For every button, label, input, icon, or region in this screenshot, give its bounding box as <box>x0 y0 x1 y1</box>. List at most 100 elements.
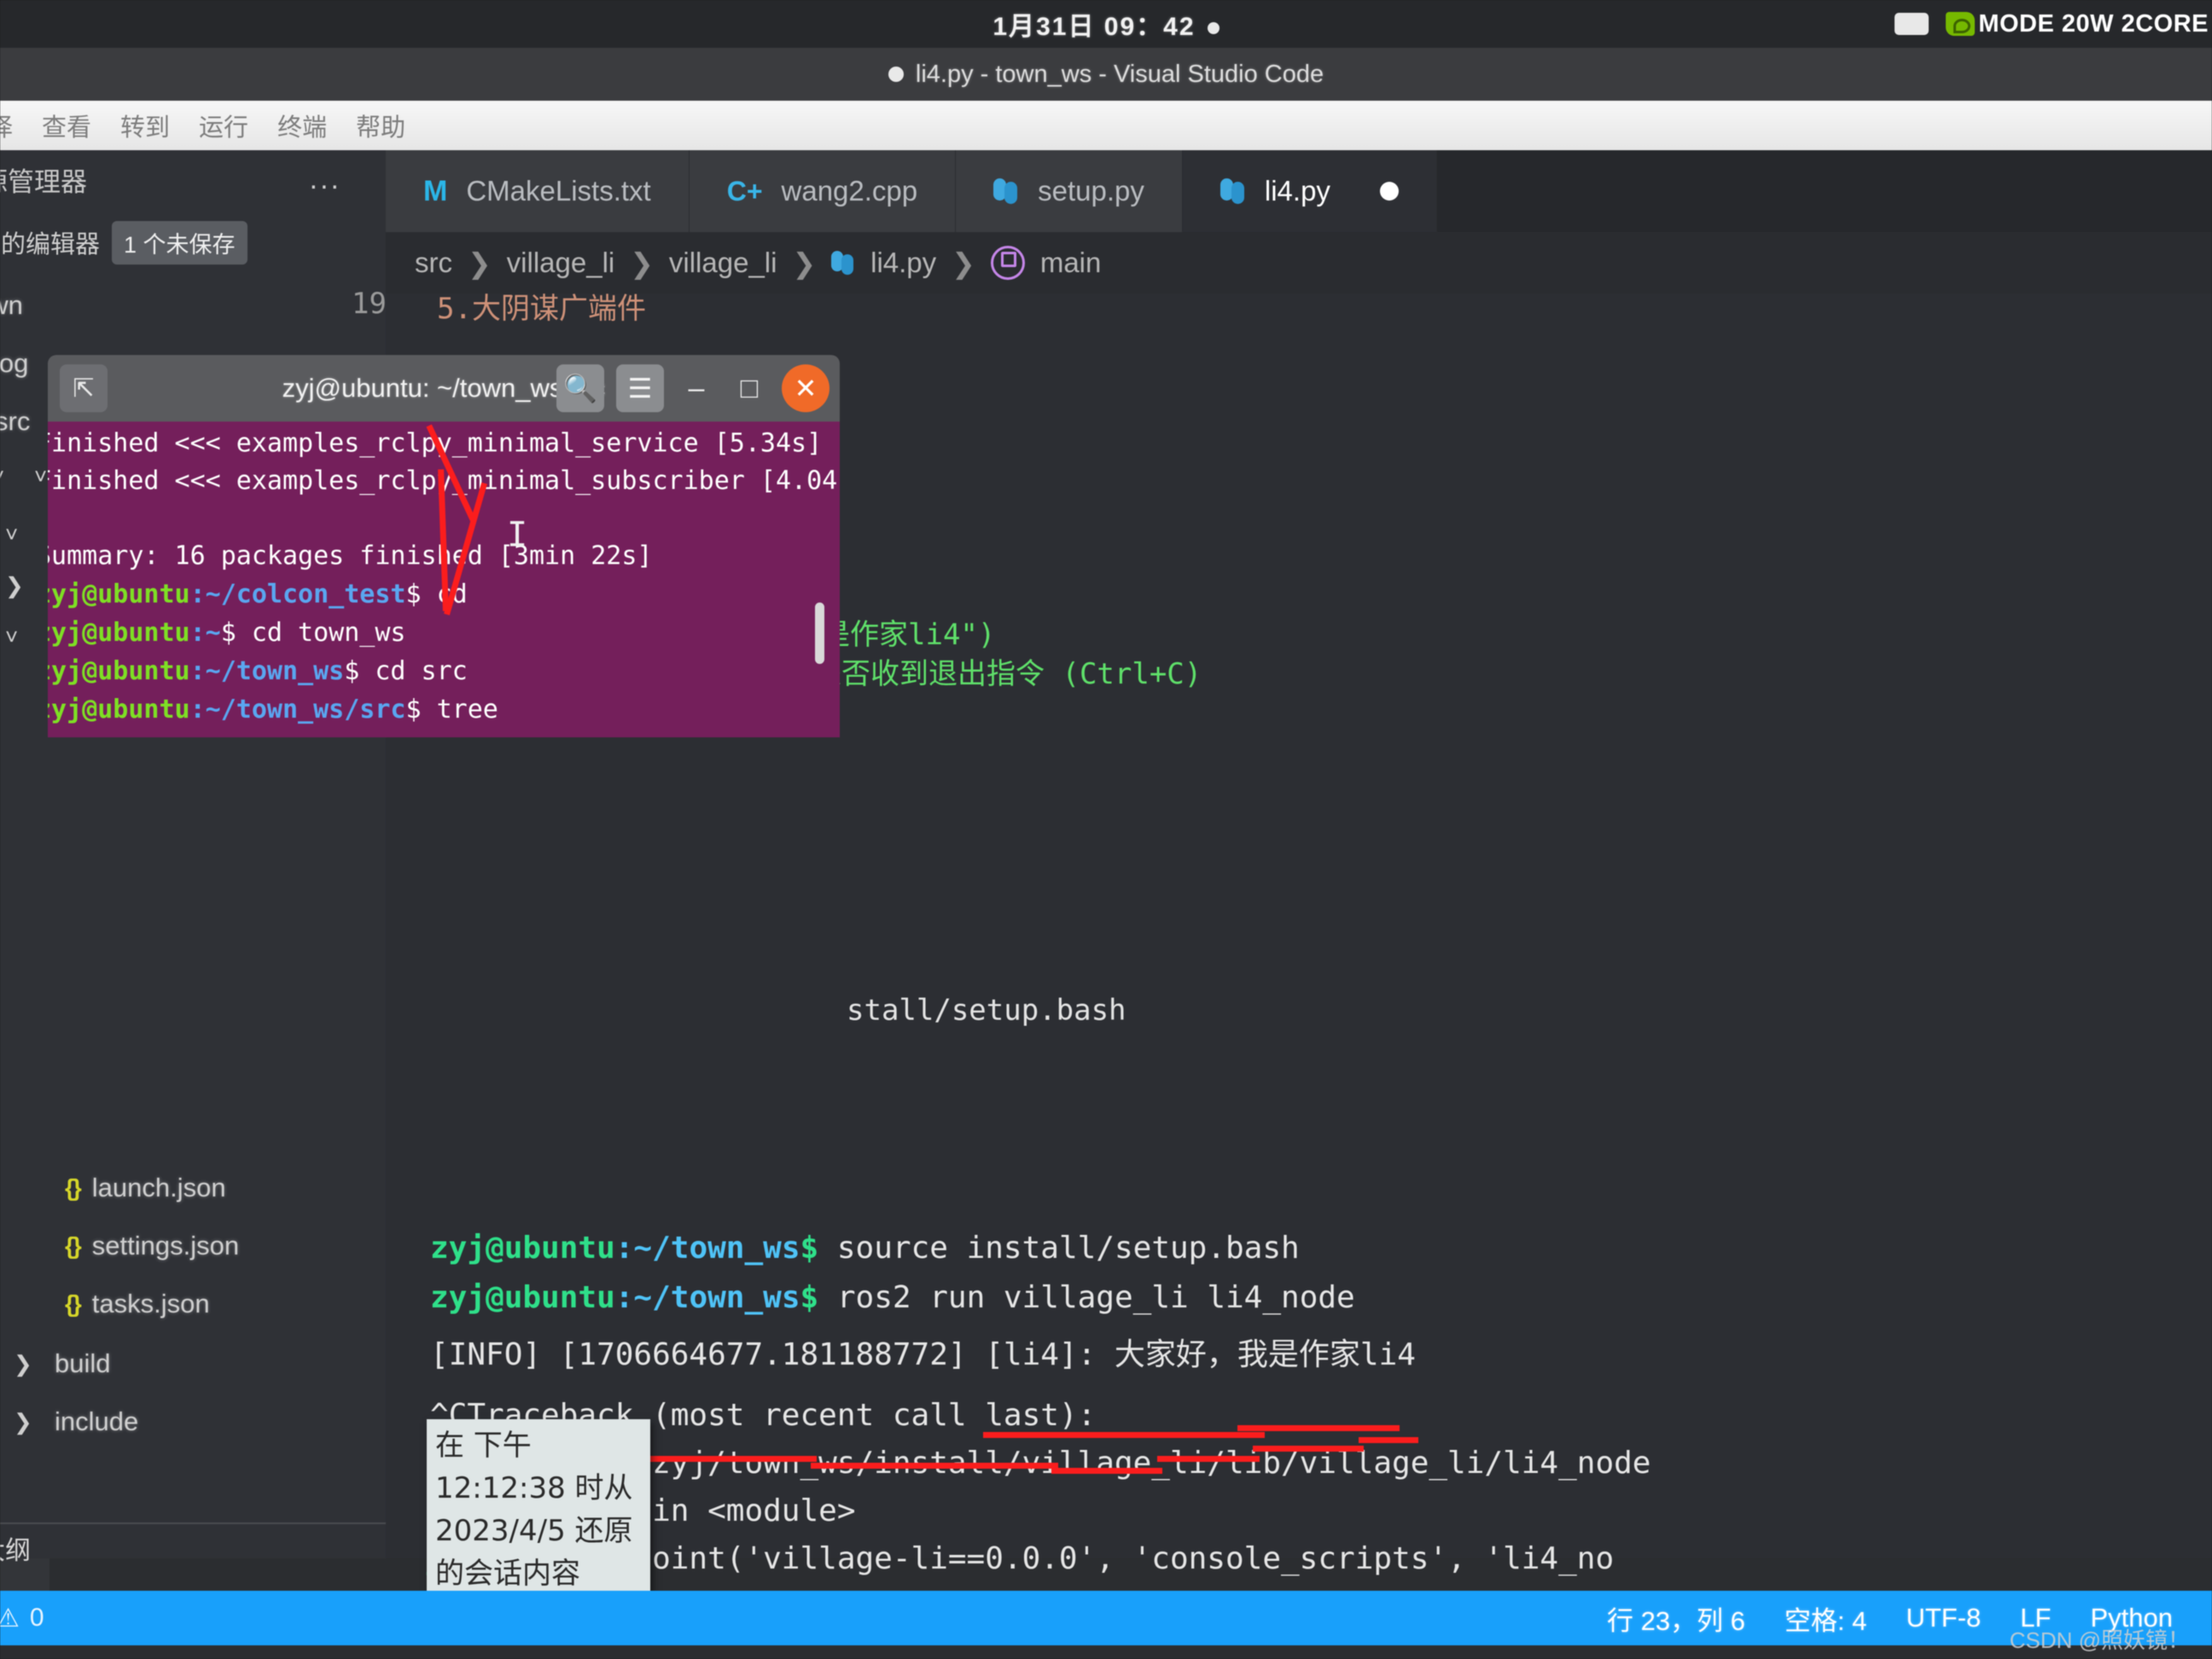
python-icon <box>831 251 855 275</box>
indentation-setting[interactable]: 空格: 4 <box>1784 1599 1866 1638</box>
annotation-underline <box>1253 1446 1364 1452</box>
code-line: stall/setup.bash <box>847 993 1126 1027</box>
menu-item-0[interactable]: 择 <box>0 108 13 143</box>
line-number: 19 <box>352 287 387 321</box>
menu-item-terminal[interactable]: 终端 <box>277 108 327 143</box>
sidebar-item-label: settings.json <box>91 1231 240 1260</box>
open-editors-label: 开的编辑器 <box>0 231 101 259</box>
outline-section-header[interactable]: 大纲 <box>0 1522 386 1572</box>
sidebar-item-label: build <box>55 1348 111 1378</box>
tab-cmakelists[interactable]: M CMakeLists.txt <box>386 150 690 232</box>
tab-label: setup.py <box>1038 175 1144 207</box>
menu-item-help[interactable]: 帮助 <box>356 108 405 143</box>
menu-item-view[interactable]: 查看 <box>42 108 91 143</box>
annotation-underline <box>983 1432 1265 1438</box>
warning-triangle-icon[interactable]: ⚠ <box>0 1604 20 1633</box>
unsaved-count-badge: 1 个未保存 <box>112 220 247 265</box>
json-icon: {} <box>65 1290 82 1317</box>
cpp-icon: C+ <box>726 175 763 207</box>
menu-item-run[interactable]: 运行 <box>199 108 248 143</box>
search-icon[interactable]: 🔍 <box>556 364 604 412</box>
annotation-underline <box>1051 1468 1162 1474</box>
cursor-position[interactable]: 行 23，列 6 <box>1607 1599 1745 1638</box>
terminal-scrollbar[interactable] <box>815 602 824 664</box>
list-item[interactable]: ❯ include <box>0 1396 386 1447</box>
sidebar-item-label: tasks.json <box>91 1289 210 1318</box>
nvidia-mode-label: MODE 20W 2CORE <box>1978 9 2209 38</box>
encoding-setting[interactable]: UTF-8 <box>1906 1603 1981 1633</box>
minimize-icon[interactable]: – <box>676 372 717 405</box>
watermark: CSDN @照妖镜！ <box>2009 1627 2190 1653</box>
window-dirty-dot-icon <box>888 67 904 82</box>
chevron-right-icon: ❯ <box>952 247 975 279</box>
terminal-line: zyj@ubuntu:~/town_ws$ source install/set… <box>430 1231 1300 1266</box>
clock-dot-icon <box>1207 22 1220 35</box>
code-line: 是否收到退出指令 (Ctrl+C) <box>812 657 1202 691</box>
editor-tab-bar: M CMakeLists.txt C+ wang2.cpp setup.py l… <box>386 150 2212 232</box>
breadcrumb-item[interactable]: village_li <box>507 247 615 279</box>
list-item[interactable]: {} tasks.json <box>0 1278 386 1330</box>
code-line: 是作家li4") <box>821 618 996 652</box>
sidebar-item-label: log <box>0 348 29 378</box>
tab-label: CMakeLists.txt <box>466 175 651 207</box>
tab-li4-py[interactable]: li4.py <box>1182 150 1437 232</box>
sidebar-item-label: include <box>55 1406 139 1436</box>
restore-session-text: 在 下午12:12:38 时从 2023/4/5 还原的会话内容 <box>435 1429 633 1591</box>
tab-setup-py[interactable]: setup.py <box>956 150 1183 232</box>
chevron-right-icon[interactable]: ❯ <box>14 1351 43 1377</box>
menu-item-goto[interactable]: 转到 <box>120 108 170 143</box>
annotation-underline <box>1359 1437 1418 1443</box>
tab-label: wang2.cpp <box>781 175 918 207</box>
terminal-line: zyj@ubuntu:~/town_ws$ cd src <box>48 656 468 686</box>
tray-indicator-icon[interactable] <box>1895 13 1930 35</box>
sidebar-item-own[interactable]: own <box>0 280 386 331</box>
tab-wang2-cpp[interactable]: C+ wang2.cpp <box>689 150 957 232</box>
status-bar: ⚠ 0 行 23，列 6 空格: 4 UTF-8 LF Python <box>0 1591 2212 1645</box>
integrated-terminal[interactable]: zyj@ubuntu:~/town_ws$ source install/set… <box>386 1231 2212 1576</box>
annotation-underline <box>811 1463 1058 1469</box>
chevron-right-icon: ❯ <box>792 247 817 279</box>
explorer-header: 源管理器 ... <box>0 150 386 208</box>
terminal-line: [INFO] [1706664677.181188772] [li4]: 大家好… <box>430 1337 1416 1372</box>
sidebar-item-label: launch.json <box>91 1173 226 1202</box>
text-cursor-icon: I <box>507 515 528 555</box>
breadcrumb-item[interactable]: village_li <box>669 247 777 279</box>
list-item[interactable]: {} settings.json <box>0 1220 386 1272</box>
hamburger-icon[interactable]: ☰ <box>616 364 664 412</box>
maximize-icon[interactable]: □ <box>729 372 770 405</box>
os-clock[interactable]: 1月31日 09：42 <box>992 5 1220 43</box>
terminal-line: zyj@ubuntu:~/town_ws$ ros2 run village_l… <box>430 1280 1355 1315</box>
breadcrumb: src ❯ village_li ❯ village_li ❯ li4.py ❯… <box>386 232 2212 294</box>
more-actions-icon[interactable]: ... <box>310 163 341 196</box>
cmake-icon: M <box>423 174 448 207</box>
menu-bar: 择 查看 转到 运行 终端 帮助 <box>0 101 2212 150</box>
python-icon <box>993 178 1019 204</box>
window-title: li4.py - town_ws - Visual Studio Code <box>915 60 1324 88</box>
sidebar-item-label: src <box>0 406 31 436</box>
nvidia-logo-icon <box>1946 12 1976 36</box>
breadcrumb-item[interactable]: main <box>1040 247 1102 279</box>
window-titlebar: li4.py - town_ws - Visual Studio Code <box>0 48 2212 101</box>
warning-count[interactable]: 0 <box>30 1604 44 1633</box>
open-editors-row[interactable]: 开的编辑器 1 个未保存 <box>0 217 386 268</box>
screen-photo: 1月31日 09：42 MODE 20W 2CORE li4.py - town… <box>0 0 2212 1659</box>
python-icon <box>1220 178 1246 204</box>
json-icon: {} <box>65 1174 82 1201</box>
nvidia-power-mode[interactable]: MODE 20W 2CORE <box>1946 10 2209 38</box>
breadcrumb-item[interactable]: li4.py <box>870 247 936 279</box>
chevron-right-icon[interactable]: ❯ <box>14 1409 43 1435</box>
terminal-line: bash: tree: 未找到命令 <box>48 733 349 737</box>
terminal-titlebar[interactable]: ⇱ zyj@ubuntu: ~/town_ws/src 🔍 ☰ – □ ✕ <box>48 355 840 422</box>
explorer-title: 源管理器 <box>0 166 87 197</box>
list-item[interactable]: ❯ build <box>0 1338 386 1389</box>
method-symbol-icon <box>990 246 1025 280</box>
outline-label: 大纲 <box>0 1537 31 1565</box>
terminal-line: zyj@ubuntu:~/town_ws/src$ tree <box>48 695 498 725</box>
terminal-line: zyj@ubuntu:~$ cd town_ws <box>48 618 406 648</box>
chevron-right-icon: ❯ <box>630 247 654 279</box>
tab-dirty-indicator-icon[interactable] <box>1379 182 1399 201</box>
close-icon[interactable]: ✕ <box>782 364 830 412</box>
list-item[interactable]: {} launch.json <box>0 1162 386 1214</box>
tab-label: li4.py <box>1264 175 1330 207</box>
breadcrumb-item[interactable]: src <box>415 247 452 279</box>
